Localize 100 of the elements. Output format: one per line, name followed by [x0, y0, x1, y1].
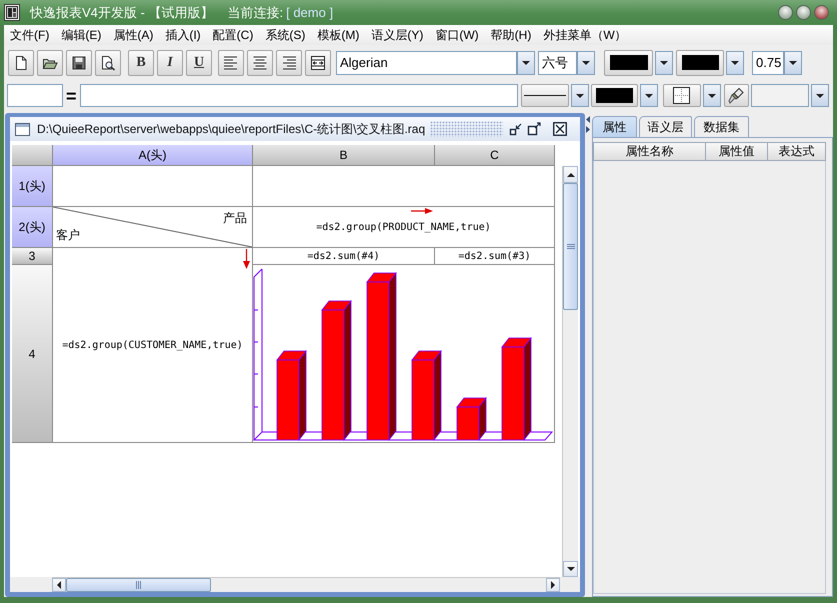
chart-bar [456, 396, 487, 442]
dropdown-button[interactable] [726, 50, 744, 74]
dropdown-button[interactable] [640, 84, 658, 107]
formula-text: =ds2.group(PRODUCT_NAME,true) [316, 222, 491, 232]
align-left-icon [223, 54, 239, 70]
scroll-thumb[interactable] [66, 578, 211, 592]
horizontal-scrollbar[interactable] [52, 577, 560, 592]
menu-item[interactable]: 配置(C) [206, 26, 260, 44]
align-left-button[interactable] [218, 50, 244, 76]
window-title: 快逸报表V4开发版 - 【试用版】 [30, 4, 214, 22]
menu-item[interactable]: 属性(A) [107, 26, 160, 44]
menu-item[interactable]: 语义层(Y) [365, 26, 430, 44]
menu-item[interactable]: 系统(S) [259, 26, 312, 44]
align-center-button[interactable] [247, 50, 273, 76]
caret-icon [644, 94, 653, 98]
grip-icon [136, 581, 141, 589]
formula-text: =ds2.group(CUSTOMER_NAME,true) [62, 340, 243, 350]
caret-icon [789, 60, 797, 64]
right-arrow-icon [551, 581, 555, 589]
document-title: D:\QuieeReport\server\webapps\quiee\reportFiles\C-统计图\交叉柱图.raq [37, 120, 426, 138]
line-style-select[interactable] [520, 84, 569, 107]
left-arrow-icon [586, 116, 590, 123]
scroll-left-button[interactable] [52, 578, 66, 592]
scroll-up-button[interactable] [563, 166, 578, 183]
window-icon [15, 122, 30, 136]
page-magnifier-icon [100, 54, 116, 70]
menu-item[interactable]: 帮助(H) [484, 26, 538, 44]
cell-name-field[interactable] [7, 84, 63, 107]
border-grid-icon [673, 87, 690, 104]
column-header[interactable]: A(头) [53, 145, 253, 166]
align-center-icon [252, 54, 268, 70]
text-color-button[interactable] [604, 50, 653, 76]
column-header[interactable]: 属性值 [706, 142, 768, 161]
scroll-right-button[interactable] [546, 578, 560, 592]
fill-color-button[interactable] [676, 50, 724, 76]
close-icon[interactable] [553, 122, 568, 136]
style-button[interactable]: B [128, 50, 154, 76]
up-arrow-icon [566, 172, 574, 176]
column-header[interactable]: 表达式 [768, 142, 826, 161]
row-header[interactable]: 4 [12, 265, 53, 443]
menu-item[interactable]: 编辑(E) [55, 26, 108, 44]
close-button[interactable] [814, 5, 829, 20]
dropdown-button[interactable] [655, 50, 673, 74]
row-header[interactable]: 2(头) [12, 207, 53, 248]
caret-icon [522, 60, 530, 64]
caret-icon [660, 60, 668, 64]
border-style-button[interactable] [662, 84, 701, 107]
restore-icon[interactable] [509, 122, 524, 136]
caret-icon [731, 60, 739, 64]
style-button[interactable]: U [186, 50, 212, 76]
column-header[interactable]: 属性名称 [593, 142, 706, 161]
maximize-button[interactable] [796, 5, 811, 20]
panel-tab[interactable]: 数据集 [694, 116, 749, 137]
menu-item[interactable]: 窗口(W) [429, 26, 485, 44]
minimize-button[interactable] [778, 5, 793, 20]
dropdown-button[interactable] [784, 50, 802, 74]
font-size-select[interactable]: 六号 [538, 50, 577, 74]
save-button[interactable] [66, 50, 92, 76]
column-header[interactable]: B [253, 145, 435, 166]
new-document-icon [13, 54, 29, 70]
font-select[interactable]: Algerian [336, 50, 517, 74]
new-button[interactable] [8, 50, 34, 76]
formula-field[interactable] [80, 84, 518, 107]
column-header[interactable]: C [435, 145, 555, 166]
border-color-button[interactable] [590, 84, 638, 107]
scroll-down-button[interactable] [563, 561, 578, 577]
align-right-button[interactable] [276, 50, 302, 76]
row-header[interactable]: 3 [12, 248, 53, 265]
dropdown-button[interactable] [810, 84, 829, 107]
equals-sign: = [66, 86, 77, 106]
vertical-scrollbar[interactable] [562, 166, 578, 577]
style-button[interactable]: I [157, 50, 183, 76]
brush-icon [728, 87, 745, 104]
menu-item[interactable]: 文件(F) [4, 26, 56, 44]
header-label: 客户 [56, 227, 80, 244]
panel-tab[interactable]: 语义层 [639, 116, 692, 137]
row-header[interactable]: 1(头) [12, 166, 53, 207]
menu-item[interactable]: 外挂菜单（W） [537, 26, 633, 44]
format-painter-button[interactable] [724, 84, 749, 107]
dropdown-button[interactable] [570, 84, 589, 107]
line-width-select[interactable]: 0.75 [752, 50, 784, 74]
dropdown-button[interactable] [577, 50, 595, 74]
open-button[interactable] [37, 50, 63, 76]
corner-header [12, 145, 53, 166]
dropdown-button[interactable] [702, 84, 721, 107]
menu-item[interactable]: 插入(I) [159, 26, 207, 44]
panel-tab[interactable]: 属性 [592, 116, 637, 137]
menu-item[interactable]: 模板(M) [311, 26, 366, 44]
header-label: 产品 [223, 210, 247, 227]
connection-label: 当前连接: [227, 4, 284, 22]
formula-text: =ds2.sum(#3) [458, 250, 531, 262]
scroll-thumb[interactable] [563, 183, 578, 310]
maximize-icon[interactable] [527, 122, 542, 136]
dropdown-button[interactable] [517, 50, 535, 74]
left-arrow-icon [57, 581, 61, 589]
line-icon [524, 94, 566, 97]
merge-button[interactable] [305, 50, 331, 76]
table-icon [310, 54, 326, 70]
preview-button[interactable] [95, 50, 121, 76]
align-right-icon [281, 54, 297, 70]
